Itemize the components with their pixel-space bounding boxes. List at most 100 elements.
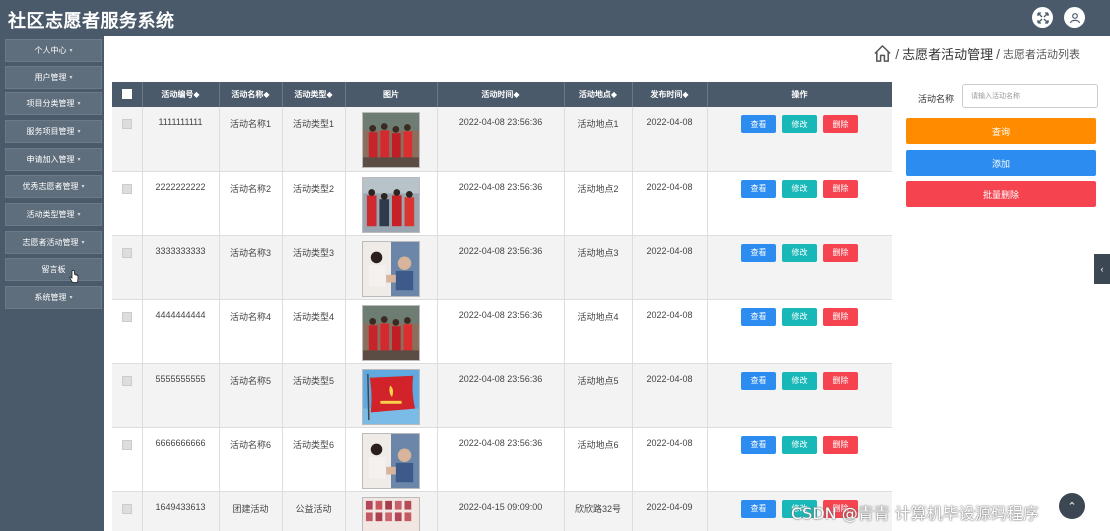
delete-button[interactable]: 删除 <box>823 115 858 133</box>
cell-activity-id: 3333333333 <box>142 235 220 300</box>
view-button[interactable]: 查看 <box>741 243 776 262</box>
sidebar-item-join-application[interactable]: 申请加入管理 ▾ <box>5 148 102 171</box>
cell-activity-time: 2022-04-08 23:56:36 <box>437 363 565 428</box>
row-actions: 查看 修改 删除 <box>708 115 892 133</box>
cell-activity-name: 活动名称5 <box>219 363 283 428</box>
sidebar-item-activity-type[interactable]: 活动类型管理 ▾ <box>5 203 102 226</box>
view-button[interactable]: 查看 <box>741 115 776 133</box>
table-row: 3333333333 活动名称3 活动类型3 2022-04-08 23:56:… <box>112 235 892 300</box>
hand-cursor-icon <box>69 270 79 283</box>
cell-publish-time: 2022-04-08 <box>632 427 708 492</box>
delete-button[interactable]: 删除 <box>823 307 858 326</box>
cell-activity-id: 6666666666 <box>142 427 220 492</box>
view-button[interactable]: 查看 <box>741 307 776 326</box>
edit-button[interactable]: 修改 <box>782 435 817 454</box>
activity-photo <box>362 304 420 361</box>
user-icon[interactable] <box>1064 7 1085 28</box>
add-button[interactable]: 添加 <box>906 150 1096 176</box>
sidebar-item-message-board[interactable]: 留言板 <box>5 258 102 281</box>
cell-activity-name: 活动名称1 <box>219 107 283 172</box>
table-row: 5555555555 活动名称5 活动类型5 2022-04-08 23:56:… <box>112 363 892 428</box>
cell-activity-id: 5555555555 <box>142 363 220 428</box>
cell-activity-type: 活动类型1 <box>282 107 346 172</box>
query-button[interactable]: 查询 <box>906 118 1096 144</box>
view-button[interactable]: 查看 <box>741 179 776 198</box>
edit-button[interactable]: 修改 <box>782 307 817 326</box>
select-all-cell[interactable] <box>112 82 143 107</box>
select-all-checkbox[interactable] <box>121 88 132 99</box>
cell-activity-time: 2022-04-08 23:56:36 <box>437 299 565 364</box>
activity-photo <box>362 176 420 233</box>
cell-activity-id: 4444444444 <box>142 299 220 364</box>
sidebar-item-label: 申请加入管理 <box>26 155 75 164</box>
edit-button[interactable]: 修改 <box>782 371 817 390</box>
main-content: / 志愿者活动管理 / 志愿者活动列表 活动编号◆ 活动名称◆ 活动类型◆ 图片… <box>104 36 1110 531</box>
delete-button[interactable]: 删除 <box>823 179 858 198</box>
sidebar-item-label: 用户管理 <box>34 73 67 82</box>
row-checkbox[interactable] <box>121 183 132 194</box>
header-activity-time[interactable]: 活动时间◆ <box>437 82 565 107</box>
delete-button[interactable]: 删除 <box>823 435 858 454</box>
chevron-down-icon: ▾ <box>81 240 85 246</box>
activity-table: 活动编号◆ 活动名称◆ 活动类型◆ 图片 活动时间◆ 活动地点◆ 发布时间◆ 操… <box>112 82 892 531</box>
cell-activity-id: 1649433613 <box>142 491 220 531</box>
row-actions: 查看 修改 删除 <box>708 435 892 454</box>
row-checkbox[interactable] <box>121 311 132 322</box>
bulk-delete-button[interactable]: 批量删除 <box>906 181 1096 207</box>
table-row: 4444444444 活动名称4 活动类型4 2022-04-08 23:56:… <box>112 299 892 364</box>
row-checkbox[interactable] <box>121 247 132 258</box>
cell-activity-name: 活动名称2 <box>219 171 283 236</box>
row-checkbox[interactable] <box>121 503 132 514</box>
row-checkbox[interactable] <box>121 439 132 450</box>
breadcrumb-level-1[interactable]: 志愿者活动管理 <box>902 44 993 63</box>
chevron-down-icon: ▾ <box>81 184 85 190</box>
breadcrumb-level-2: 志愿者活动列表 <box>1003 48 1080 61</box>
sidebar-item-outstanding-volunteer[interactable]: 优秀志愿者管理 ▾ <box>5 175 102 198</box>
row-actions: 查看 修改 删除 <box>708 243 892 262</box>
chevron-left-icon[interactable]: ‹ <box>1094 254 1110 284</box>
fullscreen-icon[interactable] <box>1032 7 1053 28</box>
sidebar-item-user-management[interactable]: 用户管理 ▾ <box>5 66 102 89</box>
search-input[interactable] <box>962 84 1098 108</box>
sidebar-item-volunteer-activity[interactable]: 志愿者活动管理 ▾ <box>5 231 102 254</box>
sidebar-item-project-category[interactable]: 项目分类管理 ▾ <box>5 92 102 115</box>
breadcrumb-separator: / <box>996 45 1000 62</box>
activity-photo <box>362 112 420 168</box>
view-button[interactable]: 查看 <box>741 435 776 454</box>
chevron-down-icon: ▾ <box>77 157 81 163</box>
view-button[interactable]: 查看 <box>741 371 776 390</box>
cell-activity-type: 活动类型4 <box>282 299 346 364</box>
header-activity-id[interactable]: 活动编号◆ <box>142 82 220 107</box>
cell-publish-time: 2022-04-08 <box>632 299 708 364</box>
sidebar-item-personal-center[interactable]: 个人中心 ▾ <box>5 39 102 62</box>
row-checkbox[interactable] <box>121 119 132 129</box>
header-publish-time[interactable]: 发布时间◆ <box>632 82 708 107</box>
cell-activity-place: 活动地点1 <box>564 107 633 172</box>
table-row: 2222222222 活动名称2 活动类型2 2022-04-08 23:56:… <box>112 171 892 236</box>
sidebar-item-system-management[interactable]: 系统管理 ▾ <box>5 286 102 309</box>
header-activity-type[interactable]: 活动类型◆ <box>282 82 346 107</box>
header-actions: 操作 <box>707 82 892 107</box>
activity-photo <box>362 240 420 297</box>
cell-activity-type: 活动类型2 <box>282 171 346 236</box>
cell-activity-time: 2022-04-08 23:56:36 <box>437 427 565 492</box>
breadcrumb-separator: / <box>895 45 900 62</box>
sidebar-item-service-project[interactable]: 服务项目管理 ▾ <box>5 120 102 143</box>
delete-button[interactable]: 删除 <box>823 371 858 390</box>
cell-activity-type: 公益活动 <box>282 491 346 531</box>
sidebar-item-label: 项目分类管理 <box>26 99 75 108</box>
edit-button[interactable]: 修改 <box>782 243 817 262</box>
view-button[interactable]: 查看 <box>741 499 776 518</box>
sidebar-item-label: 个人中心 <box>34 46 67 55</box>
edit-button[interactable]: 修改 <box>782 179 817 198</box>
row-checkbox[interactable] <box>121 375 132 386</box>
chevron-down-icon: ▾ <box>69 48 73 54</box>
scroll-to-top-icon[interactable]: ⌃ <box>1059 493 1085 519</box>
home-icon[interactable] <box>873 44 892 63</box>
edit-button[interactable]: 修改 <box>782 115 817 133</box>
table-row: 1649433613 团建活动 公益活动 2022-04-15 09:09:00… <box>112 491 892 531</box>
delete-button[interactable]: 删除 <box>823 243 858 262</box>
header-activity-name[interactable]: 活动名称◆ <box>219 82 283 107</box>
header-activity-place[interactable]: 活动地点◆ <box>564 82 633 107</box>
chevron-down-icon: ▾ <box>69 295 73 301</box>
